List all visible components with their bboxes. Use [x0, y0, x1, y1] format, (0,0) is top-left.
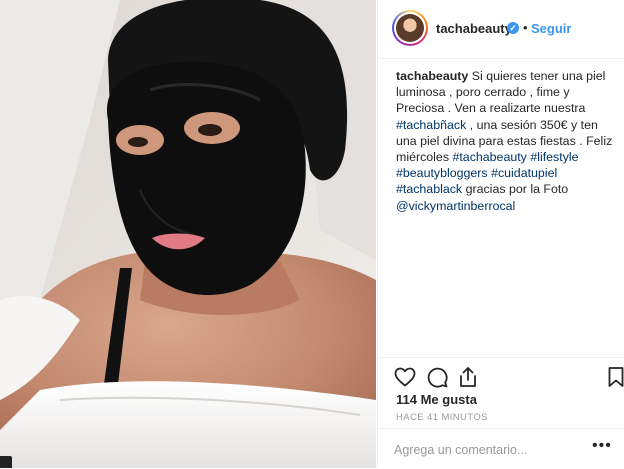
comment-icon[interactable] [425, 365, 449, 389]
header-username[interactable]: tachabeauty [436, 21, 512, 36]
more-options-icon[interactable]: ••• [592, 437, 612, 455]
hashtag-link[interactable]: #cuidatupiel [491, 166, 557, 180]
post-photo[interactable] [0, 0, 376, 468]
post-header: tachabeauty ✓ • Seguir [378, 0, 624, 59]
comment-input[interactable] [394, 441, 554, 459]
bookmark-icon[interactable] [604, 365, 624, 389]
header-separator: • [523, 20, 528, 35]
likes-count[interactable]: 114 Me gusta [396, 392, 477, 407]
caption-text: Si quieres tener una piel luminosa , por… [396, 69, 612, 213]
avatar-image [396, 14, 424, 42]
share-icon[interactable] [456, 365, 480, 389]
post-timestamp[interactable]: HACE 41 MINUTOS [396, 412, 488, 423]
heart-icon[interactable] [393, 365, 417, 389]
post-caption: tachabeauty Si quieres tener una piel lu… [396, 68, 618, 214]
comment-section: ••• [378, 428, 624, 469]
instagram-post: tachabeauty ✓ • Seguir tachabeauty Si qu… [0, 0, 624, 468]
post-sidebar: tachabeauty ✓ • Seguir tachabeauty Si qu… [377, 0, 624, 468]
post-actions-bar [378, 357, 624, 396]
caption-segment: gracias por la Foto [462, 182, 569, 197]
hashtag-link[interactable]: #lifestyle [530, 150, 578, 164]
verified-badge-icon: ✓ [507, 22, 519, 34]
mention-link[interactable]: @vickymartinberrocal [396, 199, 515, 213]
hashtag-link[interactable]: #beautybloggers [396, 166, 488, 180]
caption-username[interactable]: tachabeauty [396, 69, 468, 83]
follow-button[interactable]: Seguir [531, 21, 571, 36]
hashtag-link[interactable]: #tachabñack [396, 118, 466, 132]
post-photo-illustration [0, 0, 376, 468]
avatar-ring-inner [394, 12, 426, 44]
avatar[interactable] [392, 10, 428, 46]
hashtag-link[interactable]: #tachablack [396, 182, 462, 196]
hashtag-link[interactable]: #tachabeauty [452, 150, 526, 164]
photo-corner-mark [0, 456, 12, 468]
